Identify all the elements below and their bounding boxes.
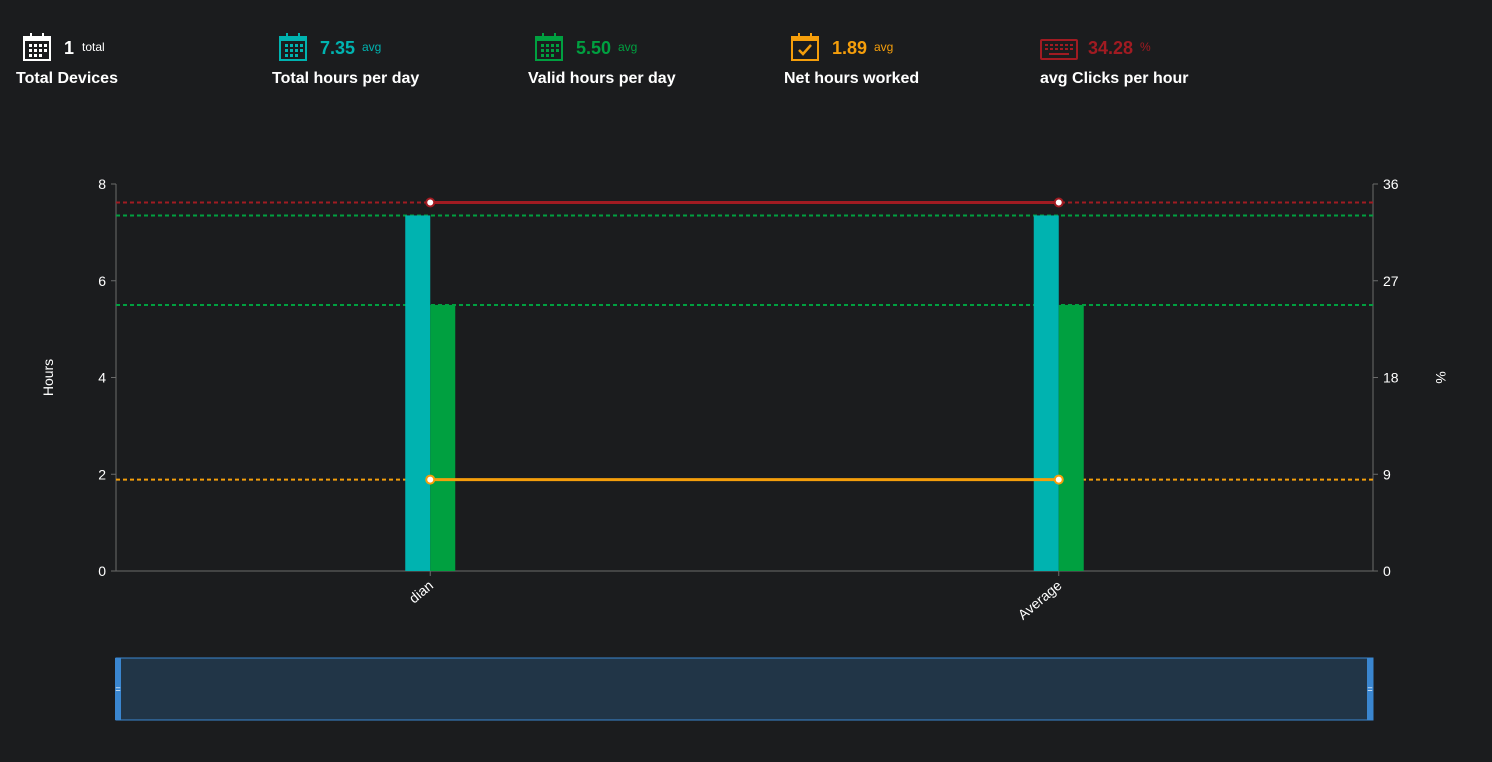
y-axis-title: Hours (40, 359, 56, 396)
bar (405, 215, 431, 571)
x-tick-label: dian (406, 577, 437, 606)
axis-labels: 0 2 4 6 8 0 9 18 27 36 dian Average Hours% (40, 176, 1449, 623)
line-series (425, 197, 1064, 485)
x-tick-label: Average (1015, 577, 1065, 623)
chart-axes (111, 183, 1378, 576)
handle-grip-icon: = (1367, 684, 1372, 694)
y-tick-label: 8 (98, 176, 106, 192)
line-point (1053, 474, 1064, 485)
reference-lines (116, 201, 1373, 481)
y2-tick-label: 9 (1383, 466, 1391, 482)
zoom-slider[interactable]: = = (115, 657, 1374, 721)
y-tick-label: 6 (98, 273, 106, 289)
y-tick-label: 4 (98, 370, 106, 386)
hours-chart: 0 2 4 6 8 0 9 18 27 36 dian Average Hours% = = (40, 176, 1449, 721)
bar (430, 304, 456, 571)
y2-tick-label: 0 (1383, 563, 1391, 579)
bar (1033, 215, 1059, 571)
y-tick-label: 2 (98, 466, 106, 482)
y2-tick-label: 18 (1383, 370, 1399, 386)
line-point (425, 197, 436, 208)
y2-tick-label: 27 (1383, 273, 1399, 289)
line-point (425, 474, 436, 485)
bar-series (405, 215, 1084, 571)
line-point (1053, 197, 1064, 208)
zoom-slider-window[interactable] (115, 657, 1374, 721)
y-tick-label: 0 (98, 563, 106, 579)
handle-grip-icon: = (115, 684, 120, 694)
y2-axis-title: % (1433, 371, 1449, 383)
y2-tick-label: 36 (1383, 176, 1399, 192)
bar (1058, 304, 1084, 571)
